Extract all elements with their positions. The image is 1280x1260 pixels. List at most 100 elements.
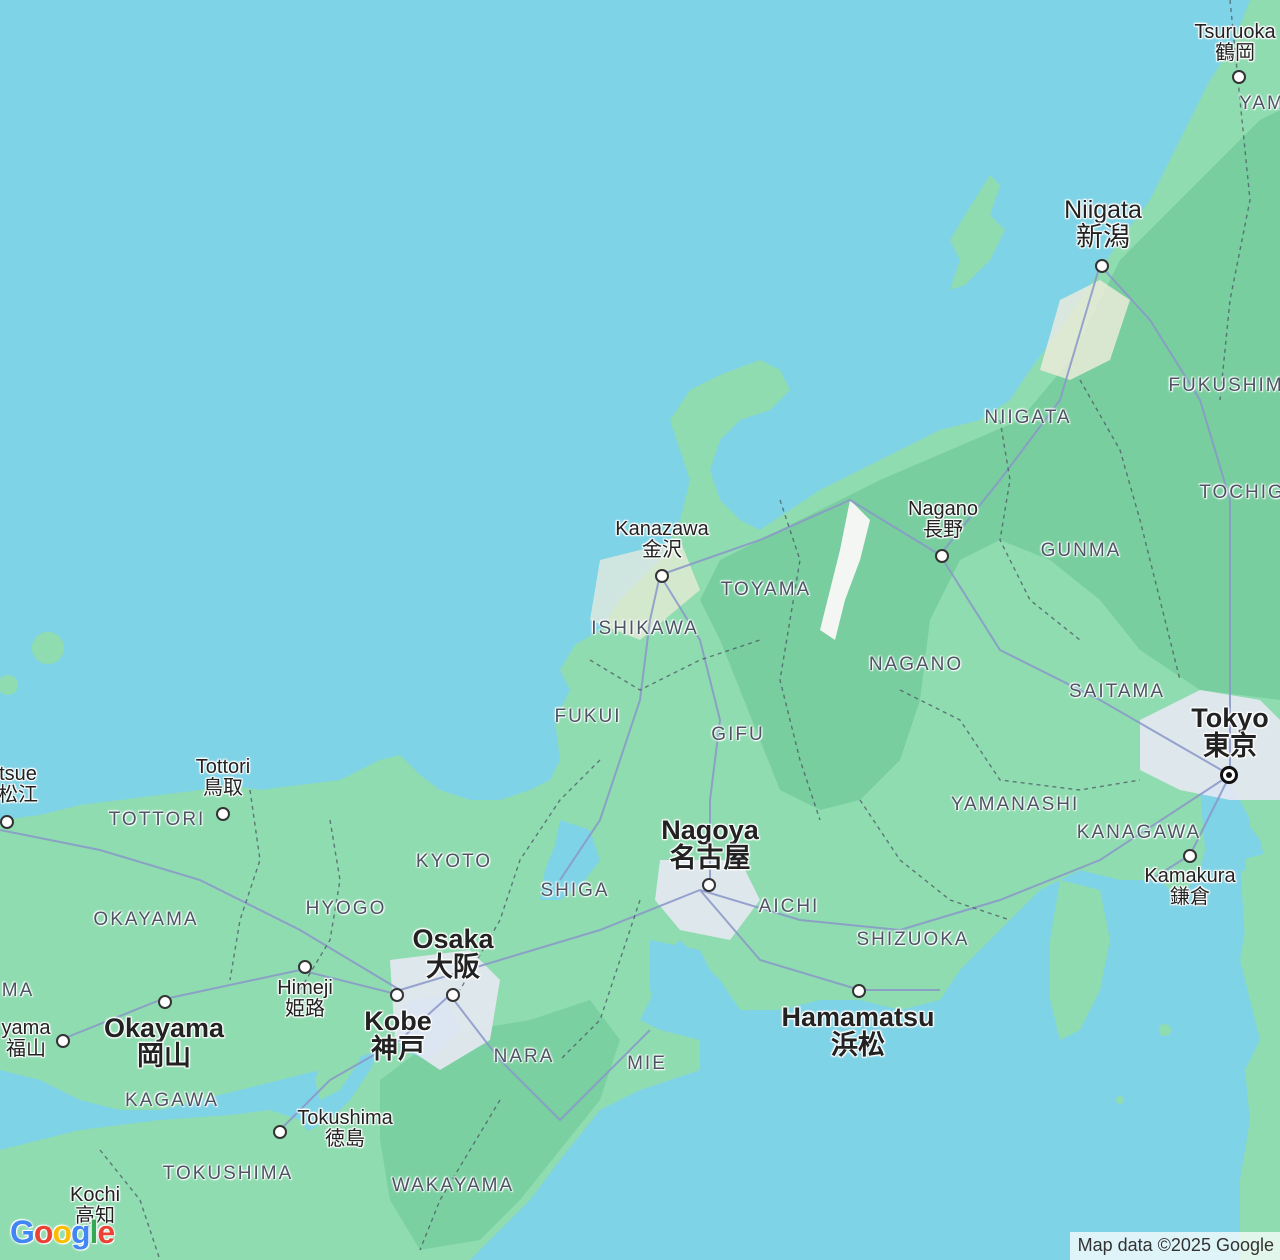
city-label-nagoya[interactable]: Nagoya 名古屋 — [661, 816, 759, 873]
city-name-ja: 鎌倉 — [1144, 887, 1235, 908]
kanazawa-dot[interactable] — [655, 569, 669, 583]
city-name-ja: 長野 — [908, 520, 978, 541]
city-name-ja: 新潟 — [1064, 223, 1142, 251]
pref-niigata: NIIGATA — [984, 407, 1071, 429]
city-name-ja: 浜松 — [781, 1031, 934, 1059]
pref-okayama: OKAYAMA — [93, 909, 198, 931]
city-name-en: Kamakura — [1144, 866, 1235, 887]
niigata-dot[interactable] — [1095, 259, 1109, 273]
nagano-dot[interactable] — [935, 549, 949, 563]
city-name-en: Kochi — [70, 1185, 120, 1206]
kobe-dot[interactable] — [390, 988, 404, 1002]
city-name-en: Hamamatsu — [781, 1003, 934, 1031]
city-label-tsuruoka[interactable]: Tsuruoka 鶴岡 — [1194, 22, 1275, 64]
pref-kyoto: KYOTO — [416, 851, 492, 873]
city-label-okayama[interactable]: Okayama 岡山 — [104, 1014, 224, 1071]
city-label-nagano[interactable]: Nagano 長野 — [908, 499, 978, 541]
logo-letter: o — [52, 1214, 71, 1250]
pref-fukushima: FUKUSHIM — [1168, 375, 1280, 397]
city-label-kanazawa[interactable]: Kanazawa 金沢 — [615, 519, 708, 561]
city-name-ja: 鳥取 — [196, 778, 250, 799]
fukuyama-dot[interactable] — [56, 1034, 70, 1048]
izu-island — [1159, 1024, 1171, 1036]
city-name-ja: 福山 — [2, 1039, 51, 1060]
map-attribution[interactable]: Map data ©2025 Google — [1070, 1232, 1280, 1260]
pref-yamagata: YAM — [1239, 93, 1280, 115]
city-name-ja: 徳島 — [297, 1129, 393, 1150]
city-label-niigata[interactable]: Niigata 新潟 — [1064, 197, 1142, 252]
city-label-matsue[interactable]: tsue 松江 — [0, 764, 38, 806]
city-label-tottori[interactable]: Tottori 鳥取 — [196, 757, 250, 799]
city-name-en: Kanazawa — [615, 519, 708, 540]
city-name-en: Niigata — [1064, 197, 1142, 223]
city-label-kamakura[interactable]: Kamakura 鎌倉 — [1144, 866, 1235, 908]
okayama-dot[interactable] — [158, 995, 172, 1009]
himeji-dot[interactable] — [298, 960, 312, 974]
city-name-en: Tokushima — [297, 1108, 393, 1129]
tokyo-dot[interactable] — [1220, 766, 1238, 784]
map-canvas[interactable]: YAM FUKUSHIM NIIGATA TOCHIG GUNMA TOYAMA… — [0, 0, 1280, 1260]
city-name-ja: 大阪 — [412, 953, 493, 981]
city-name-en: Kobe — [364, 1007, 432, 1035]
matsue-dot[interactable] — [0, 815, 14, 829]
izu-peninsula — [1050, 880, 1110, 1040]
city-name-ja: 鶴岡 — [1194, 43, 1275, 64]
city-name-en: Osaka — [412, 925, 493, 953]
city-label-hamamatsu[interactable]: Hamamatsu 浜松 — [781, 1003, 934, 1060]
city-name-en: Tottori — [196, 757, 250, 778]
small-island — [0, 675, 18, 695]
pref-fukui: FUKUI — [555, 706, 622, 728]
city-label-himeji[interactable]: Himeji 姫路 — [277, 978, 333, 1020]
city-name-en: Himeji — [277, 978, 333, 999]
tsuruoka-dot[interactable] — [1232, 70, 1246, 84]
google-logo[interactable]: Google — [10, 1214, 114, 1251]
city-name-ja: 神戸 — [364, 1035, 432, 1063]
pref-yamanashi: YAMANASHI — [951, 794, 1080, 816]
logo-letter: e — [97, 1214, 114, 1250]
city-label-kobe[interactable]: Kobe 神戸 — [364, 1007, 432, 1064]
city-label-tokyo[interactable]: Tokyo 東京 — [1191, 704, 1269, 761]
nagoya-dot[interactable] — [702, 878, 716, 892]
pref-gunma: GUNMA — [1041, 540, 1122, 562]
city-name-en: Nagano — [908, 499, 978, 520]
city-name-en: Tsuruoka — [1194, 22, 1275, 43]
city-name-ja: 金沢 — [615, 540, 708, 561]
logo-letter: o — [34, 1214, 53, 1250]
kamakura-dot[interactable] — [1183, 849, 1197, 863]
pref-kagawa: KAGAWA — [125, 1090, 219, 1112]
pref-hyogo: HYOGO — [306, 898, 387, 920]
pref-hiroshima: MA — [2, 980, 35, 1002]
osaka-dot[interactable] — [446, 988, 460, 1002]
logo-letter: g — [71, 1214, 90, 1250]
sado-island — [950, 175, 1005, 290]
city-name-ja: 岡山 — [104, 1042, 224, 1070]
pref-shiga: SHIGA — [540, 880, 609, 902]
pref-wakayama: WAKAYAMA — [392, 1175, 514, 1197]
hamamatsu-dot[interactable] — [852, 984, 866, 998]
city-name-en: Okayama — [104, 1014, 224, 1042]
city-label-tokushima[interactable]: Tokushima 徳島 — [297, 1108, 393, 1150]
city-name-ja: 松江 — [0, 785, 38, 806]
pref-nagano: NAGANO — [869, 654, 963, 676]
pref-aichi: AICHI — [759, 896, 820, 918]
pref-tokushima: TOKUSHIMA — [163, 1163, 294, 1185]
city-name-en: tsue — [0, 764, 38, 785]
pref-mie: MIE — [627, 1053, 667, 1075]
city-label-fukuyama[interactable]: yama 福山 — [2, 1018, 51, 1060]
pref-shizuoka: SHIZUOKA — [856, 929, 969, 951]
city-name-en: Nagoya — [661, 816, 759, 844]
pref-saitama: SAITAMA — [1069, 681, 1165, 703]
oki-island — [32, 632, 64, 664]
izu-island-2 — [1116, 1096, 1124, 1104]
city-name-ja: 姫路 — [277, 999, 333, 1020]
tokushima-dot[interactable] — [273, 1125, 287, 1139]
pref-kanagawa: KANAGAWA — [1077, 822, 1201, 844]
pref-gifu: GIFU — [711, 724, 764, 746]
city-name-en: yama — [2, 1018, 51, 1039]
tottori-dot[interactable] — [216, 807, 230, 821]
pref-tochigi: TOCHIG — [1199, 482, 1280, 504]
city-label-osaka[interactable]: Osaka 大阪 — [412, 925, 493, 982]
city-name-ja: 東京 — [1191, 732, 1269, 760]
city-name-ja: 名古屋 — [661, 844, 759, 872]
logo-letter: G — [10, 1214, 34, 1250]
